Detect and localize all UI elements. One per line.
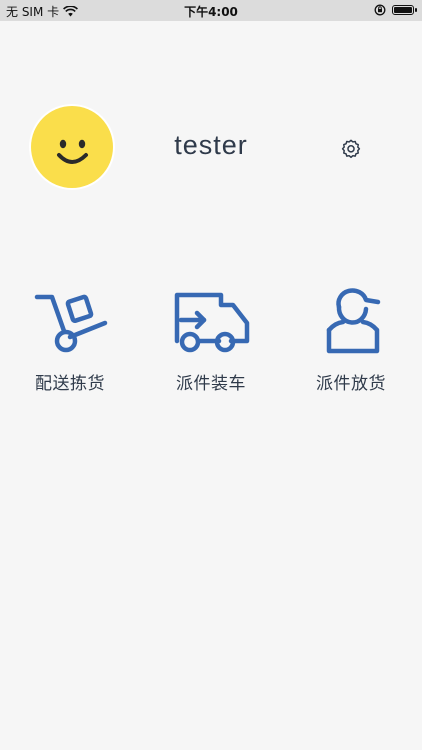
rotation-lock-icon: [374, 4, 386, 16]
menu-item-label: 派件装车: [176, 374, 246, 394]
gear-icon: [341, 139, 361, 159]
battery-icon: [392, 5, 417, 15]
avatar[interactable]: [31, 106, 113, 188]
smiley-face-icon: [57, 139, 88, 164]
menu-item-delivery-picking[interactable]: 配送拣货: [10, 285, 130, 394]
status-time: 下午4:00: [184, 5, 238, 19]
username: tester: [174, 130, 248, 160]
settings-button[interactable]: [338, 136, 364, 162]
menu-item-dispatch-placing[interactable]: 派件放货: [291, 285, 411, 394]
truck-icon: [174, 292, 250, 353]
courier-icon: [326, 288, 381, 354]
menu-item-label: 派件放货: [316, 374, 386, 394]
status-bar: 无 SIM 卡 下午4:00: [0, 0, 422, 21]
menu-item-dispatch-loading[interactable]: 派件装车: [151, 285, 271, 394]
cart-icon: [34, 294, 108, 353]
status-right: [374, 4, 417, 16]
menu-item-label: 配送拣货: [35, 374, 105, 394]
